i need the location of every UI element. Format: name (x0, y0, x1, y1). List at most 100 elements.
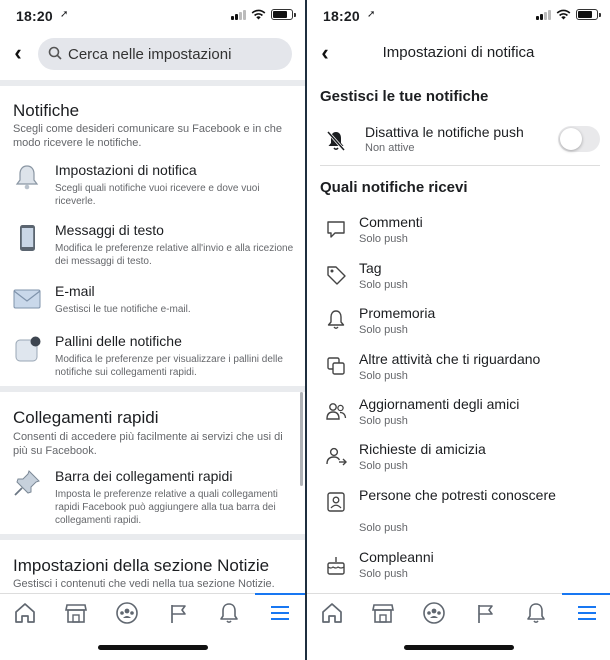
tab-marketplace[interactable] (358, 594, 408, 628)
tab-pages[interactable] (153, 594, 203, 628)
item-title: Messaggi di testo (55, 222, 164, 238)
back-button[interactable]: ‹ (8, 40, 28, 66)
item-sub: Solo push (359, 460, 408, 472)
section-title-notizie[interactable]: Impostazioni della sezione Notizie (13, 556, 269, 576)
item-sub: Solo push (359, 233, 408, 245)
person-card-icon (327, 492, 345, 512)
item-title: Impostazioni di notifica (55, 162, 197, 178)
home-icon (322, 603, 342, 623)
tab-home[interactable] (0, 594, 50, 628)
home-icon (15, 603, 35, 623)
section-divider (0, 80, 305, 86)
pages-flag-icon (478, 605, 493, 623)
item-description: Modifica le preferenze relative all'invi… (55, 243, 294, 267)
tab-menu[interactable] (255, 593, 305, 628)
item-title: Commenti (359, 214, 423, 230)
tab-menu[interactable] (562, 593, 610, 628)
wifi-icon (556, 9, 571, 20)
wifi-icon (251, 9, 266, 20)
item-title: Persone che potresti conoscere (359, 487, 556, 503)
pushpin-icon (14, 470, 40, 496)
item-title: Altre attività che ti riguardano (359, 351, 541, 367)
status-bar: 18:20 ➚ (307, 0, 610, 30)
notifications-bell-icon (527, 603, 545, 624)
section-heading-gestisci: Gestisci le tue notifiche (320, 88, 489, 105)
bell-outline-icon (327, 310, 345, 329)
status-time: 18:20 (323, 8, 360, 24)
row-divider (320, 165, 600, 166)
tag-icon (327, 266, 346, 285)
phone-icon (20, 225, 35, 251)
badge-dot-icon (15, 336, 41, 362)
section-heading-quali: Quali notifiche ricevi (320, 179, 468, 196)
search-input[interactable] (68, 43, 284, 65)
location-arrow-icon: ➚ (60, 9, 69, 20)
comment-icon (327, 221, 345, 238)
marketplace-icon (65, 604, 87, 623)
friend-request-icon (326, 447, 347, 466)
item-title: Promemoria (359, 305, 436, 321)
battery-icon (271, 9, 296, 20)
location-arrow-icon: ➚ (367, 9, 376, 20)
item-title: Tag (359, 260, 382, 276)
tab-bar (307, 593, 610, 660)
envelope-icon (13, 289, 41, 309)
notification-settings-screen: 18:20 ➚ ‹ Impostazioni di notifica Gesti… (307, 0, 610, 660)
cake-icon (327, 557, 345, 575)
item-description: Imposta le preferenze relative a quali c… (55, 489, 278, 526)
item-title: Compleanni (359, 549, 434, 565)
section-divider (0, 534, 305, 540)
header: ‹ (0, 30, 305, 76)
push-toggle-switch[interactable] (558, 126, 600, 152)
item-description: Gestisci le tue notifiche e-mail. (55, 304, 191, 315)
item-title: Pallini delle notifiche (55, 333, 182, 349)
search-box[interactable] (38, 38, 292, 70)
notifications-bell-icon (220, 603, 238, 624)
item-title: Aggiornamenti degli amici (359, 396, 520, 412)
home-indicator[interactable] (403, 645, 514, 650)
cellular-signal-icon (536, 9, 551, 20)
item-sub: Solo push (359, 370, 408, 382)
friends-icon (326, 403, 347, 420)
tab-notifications[interactable] (204, 594, 254, 628)
status-bar: 18:20 ➚ (0, 0, 305, 30)
section-title-collegamenti: Collegamenti rapidi (13, 408, 159, 427)
pages-flag-icon (171, 605, 186, 623)
scrollbar[interactable] (300, 392, 303, 486)
tab-groups[interactable] (409, 594, 459, 628)
item-title: Barra dei collegamenti rapidi (55, 468, 233, 484)
item-title: Richieste di amicizia (359, 441, 486, 457)
search-icon (48, 46, 62, 60)
tab-groups[interactable] (102, 594, 152, 628)
marketplace-icon (372, 604, 394, 623)
tab-bar (0, 593, 305, 660)
status-time: 18:20 (16, 8, 53, 24)
page-title: Impostazioni di notifica (382, 44, 535, 61)
item-sub: Solo push (359, 568, 408, 580)
item-title: E-mail (55, 283, 95, 299)
battery-icon (576, 9, 601, 20)
tab-home[interactable] (307, 594, 357, 628)
item-sub: Solo push (359, 522, 408, 534)
item-description: Modifica le preferenze per visualizzare … (55, 354, 283, 378)
tab-pages[interactable] (460, 594, 510, 628)
home-indicator[interactable] (97, 645, 208, 650)
toggle-knob (560, 128, 582, 150)
section-description-notizie: Gestisci i contenuti che vedi nella tua … (13, 578, 275, 590)
menu-icon (271, 606, 289, 620)
push-status: Non attive (365, 142, 415, 154)
item-sub: Solo push (359, 324, 408, 336)
section-divider (0, 386, 305, 392)
push-title: Disattiva le notifiche push (365, 124, 524, 140)
groups-icon (116, 602, 138, 624)
section-description-collegamenti: Consenti di accedere più facilmente ai s… (13, 431, 283, 457)
stacked-squares-icon (327, 357, 345, 375)
tab-notifications[interactable] (511, 594, 561, 628)
section-description-notifiche: Scegli come desideri comunicare su Faceb… (13, 123, 283, 149)
item-description: Scegli quali notifiche vuoi ricevere e d… (55, 183, 260, 207)
bell-muted-icon (326, 131, 346, 151)
item-sub: Solo push (359, 415, 408, 427)
header: ‹ Impostazioni di notifica (307, 30, 610, 76)
tab-marketplace[interactable] (51, 594, 101, 628)
item-sub: Solo push (359, 279, 408, 291)
